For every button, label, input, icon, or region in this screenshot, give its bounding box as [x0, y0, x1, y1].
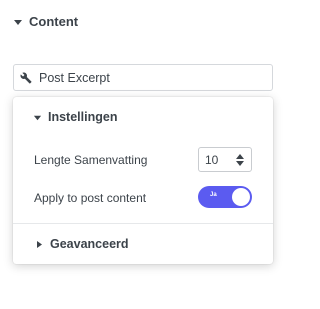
- excerpt-length-label: Lengte Samenvatting: [34, 153, 148, 167]
- caret-down-icon: [33, 115, 42, 120]
- content-section-header[interactable]: Content: [13, 14, 78, 29]
- excerpt-length-value: 10: [205, 152, 219, 167]
- caret-right-icon: [37, 240, 42, 248]
- excerpt-length-input[interactable]: 10: [198, 147, 252, 172]
- widget-panel: Content Post Excerpt Instellingen Lengte…: [0, 0, 288, 309]
- settings-toggle-header[interactable]: Instellingen: [33, 110, 117, 124]
- toggle-on-text: Ja: [210, 192, 217, 198]
- advanced-title: Geavanceerd: [50, 237, 129, 251]
- settings-title: Instellingen: [48, 110, 118, 124]
- settings-popover: Instellingen Lengte Samenvatting 10 Appl…: [13, 97, 273, 264]
- apply-to-post-content-toggle[interactable]: Ja: [198, 186, 252, 208]
- dynamic-tag-field[interactable]: Post Excerpt: [13, 64, 273, 91]
- divider: [13, 223, 273, 224]
- wrench-icon: [20, 72, 32, 83]
- toggle-knob: [232, 188, 250, 206]
- apply-to-post-content-label: Apply to post content: [34, 191, 147, 205]
- spinner-arrows-icon[interactable]: [233, 152, 247, 168]
- dynamic-tag-label: Post Excerpt: [39, 70, 110, 85]
- section-title: Content: [29, 14, 79, 29]
- advanced-toggle-header[interactable]: Geavanceerd: [35, 237, 129, 251]
- caret-down-icon: [14, 19, 22, 25]
